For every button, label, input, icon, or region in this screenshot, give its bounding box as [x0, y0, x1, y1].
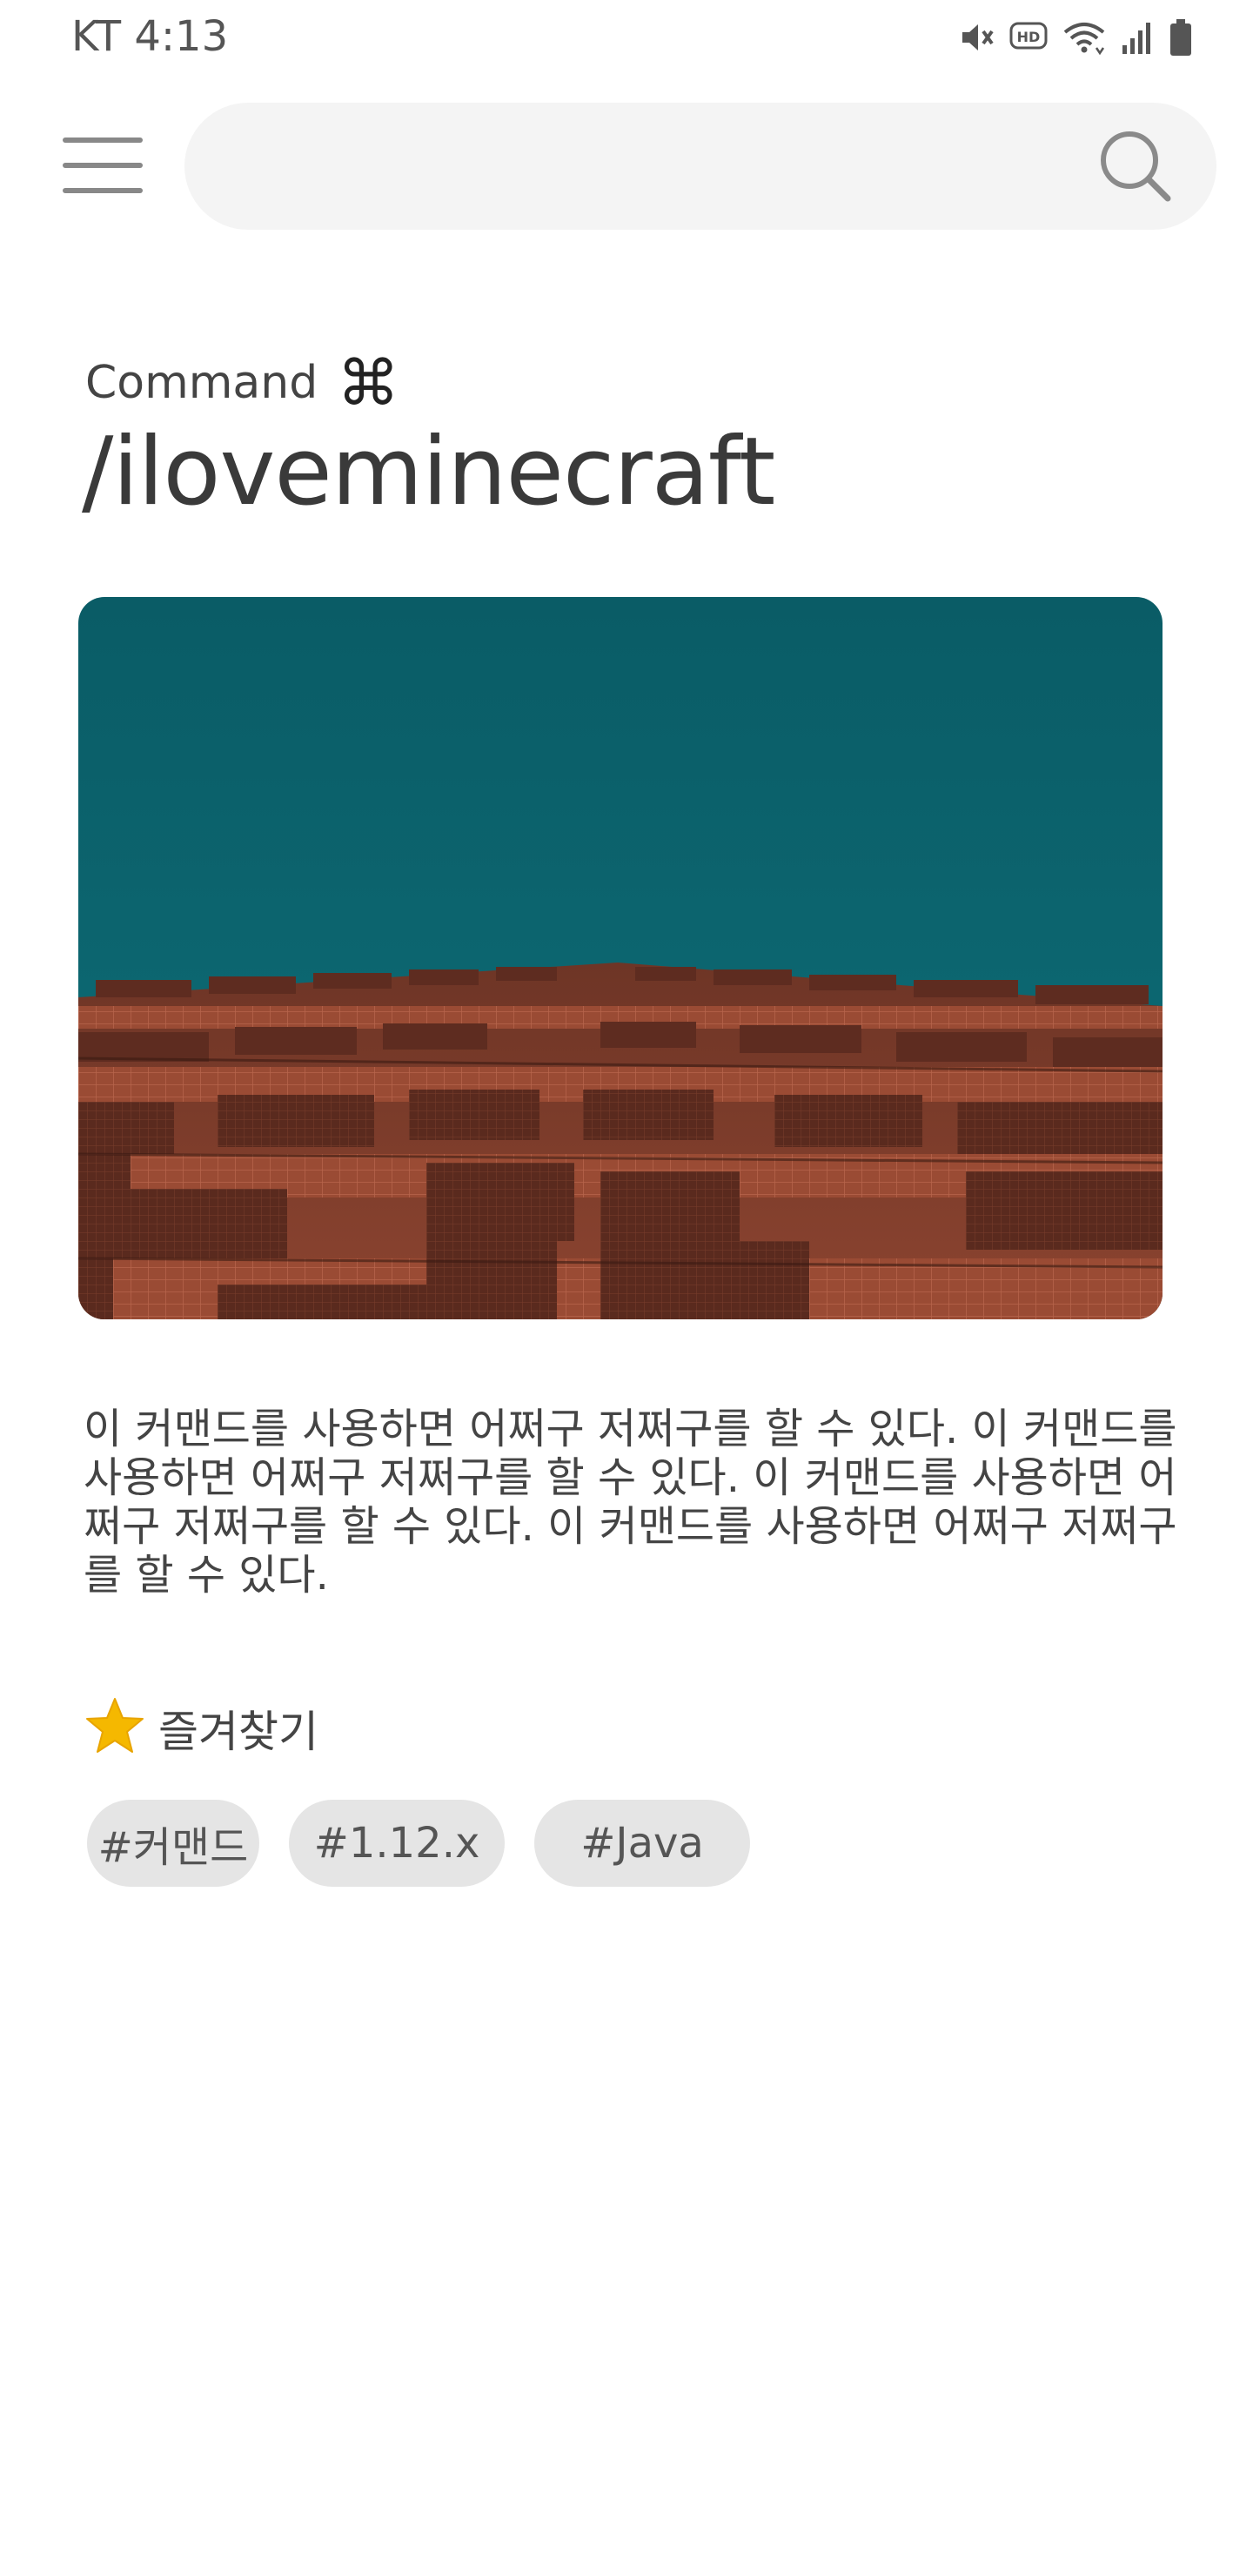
app-header — [0, 103, 1253, 233]
tag-list: #커맨드 #1.12.x #Java — [87, 1800, 750, 1887]
status-bar: KT 4:13 HD — [0, 0, 1253, 75]
hd-icon: HD — [1009, 20, 1049, 55]
status-icons: HD — [957, 16, 1194, 59]
command-label: Command — [85, 357, 318, 409]
favorite-label: 즐겨찾기 — [158, 1707, 318, 1757]
command-key-icon: ⌘ — [337, 346, 400, 419]
command-title: /iloveminecraft — [82, 418, 775, 527]
battery-icon — [1168, 17, 1194, 57]
command-description: 이 커맨드를 사용하면 어쩌구 저쩌구를 할 수 있다. 이 커맨드를 사용하면… — [84, 1405, 1177, 1600]
search-bar — [184, 103, 1216, 231]
search-icon[interactable] — [1096, 127, 1175, 205]
signal-icon — [1119, 19, 1156, 56]
building-photo — [78, 597, 1163, 1319]
tag-chip[interactable]: #커맨드 — [87, 1800, 259, 1887]
command-label-row: Command ⌘ — [85, 352, 399, 414]
wifi-icon — [1062, 18, 1107, 57]
search-input[interactable] — [237, 103, 1110, 231]
mute-icon — [957, 17, 997, 57]
tag-chip[interactable]: #1.12.x — [289, 1800, 505, 1887]
hamburger-menu-icon[interactable] — [61, 131, 144, 200]
tag-chip[interactable]: #Java — [534, 1800, 750, 1887]
favorite-button[interactable]: 즐겨찾기 — [84, 1695, 318, 1761]
star-icon — [84, 1695, 146, 1761]
svg-text:HD: HD — [1017, 29, 1041, 45]
status-time: KT 4:13 — [71, 12, 229, 61]
